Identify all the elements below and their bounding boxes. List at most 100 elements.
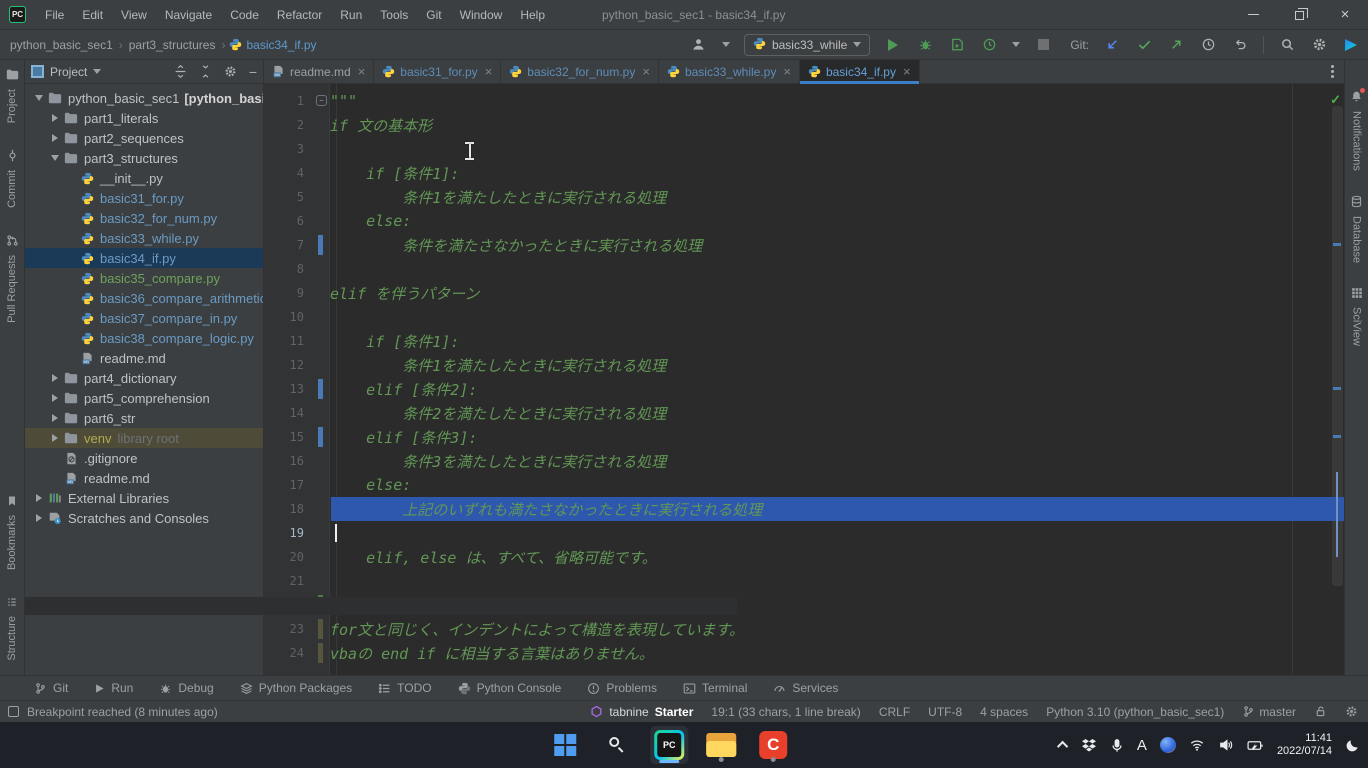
toolwindow-services[interactable]: Services [773,681,838,695]
profiler-button[interactable] [980,36,998,54]
wifi-icon[interactable] [1189,738,1205,752]
code-line-2[interactable]: 2if 文の基本形 [264,113,1344,137]
dropbox-tray-icon[interactable] [1081,737,1097,753]
breadcrumb-item[interactable]: python_basic_sec1 [8,38,115,52]
tree-item-part6_str[interactable]: part6_str [25,408,263,428]
tree-item-readme.md[interactable]: MDreadme.md [25,468,263,488]
menu-help[interactable]: Help [511,0,554,30]
line-number[interactable]: 24 [264,646,308,660]
tree-item-basic34_if.py[interactable]: basic34_if.py [25,248,263,268]
tool-stripe-pull-requests[interactable]: Pull Requests [6,234,19,323]
menu-view[interactable]: View [112,0,156,30]
battery-icon[interactable] [1247,739,1264,752]
restore-button[interactable] [1276,0,1322,30]
line-number[interactable]: 2 [264,118,308,132]
tree-item-part4_dictionary[interactable]: part4_dictionary [25,368,263,388]
code-line-9[interactable]: 9elif を伴うパターン [264,281,1344,305]
menu-run[interactable]: Run [331,0,371,30]
code-line-3[interactable]: 3 [264,137,1344,161]
tool-stripe-bookmarks[interactable]: Bookmarks [6,495,18,570]
tool-stripe-database[interactable]: Database [1350,195,1363,263]
menu-code[interactable]: Code [221,0,268,30]
inspections-ok-icon[interactable]: ✓ [1330,92,1341,108]
code-line-17[interactable]: 17 else: [264,473,1344,497]
tree-item-basic33_while.py[interactable]: basic33_while.py [25,228,263,248]
indent-widget[interactable]: 4 spaces [980,705,1028,719]
line-number[interactable]: 13 [264,382,308,396]
profiler-dropdown-chevron-icon[interactable] [1012,42,1020,47]
toolwindow-todo[interactable]: TODO [378,681,431,695]
line-number[interactable]: 12 [264,358,308,372]
user-icon[interactable] [690,36,708,54]
chevron-collapsed-icon[interactable] [47,374,63,382]
line-number[interactable]: 6 [264,214,308,228]
code-line-24[interactable]: 24vbaの end if に相当する言葉はありません。 [264,641,1344,665]
chevron-collapsed-icon[interactable] [47,394,63,402]
editor-scrollbar[interactable]: ✓ [1330,84,1344,675]
stripe-change-mark[interactable] [1333,387,1341,390]
tree-item-basic32_for_num.py[interactable]: basic32_for_num.py [25,208,263,228]
tree-item-basic36_compare_arithmetic.py[interactable]: basic36_compare_arithmetic.py [25,288,263,308]
line-number[interactable]: 5 [264,190,308,204]
line-number[interactable]: 9 [264,286,308,300]
tree-item-part2_sequences[interactable]: part2_sequences [25,128,263,148]
status-event-icon[interactable] [8,706,19,717]
tree-item-part5_comprehension[interactable]: part5_comprehension [25,388,263,408]
run-configuration-select[interactable]: basic33_while [744,34,870,56]
chevron-expanded-icon[interactable] [31,95,47,101]
tree-item-basic31_for.py[interactable]: basic31_for.py [25,188,263,208]
taskbar-clock[interactable]: 11:41 2022/07/14 [1277,732,1332,758]
code-line-10[interactable]: 10 [264,305,1344,329]
code-line-7[interactable]: 7 条件を満たさなかったときに実行される処理 [264,233,1344,257]
tab-close-icon[interactable]: × [642,64,650,79]
caret-position-widget[interactable]: 19:1 (33 chars, 1 line break) [711,705,860,719]
code-line-11[interactable]: 11 if [条件1]: [264,329,1344,353]
toolwindow-python-packages[interactable]: Python Packages [240,681,352,695]
tree-item-part1_literals[interactable]: part1_literals [25,108,263,128]
panel-settings-gear-icon[interactable] [224,65,237,78]
tab-basic33_while.py[interactable]: basic33_while.py× [659,60,800,83]
stop-button[interactable] [1034,36,1052,54]
settings-gear-icon[interactable] [1310,36,1328,54]
tool-stripe-notifications[interactable]: Notifications [1350,90,1363,171]
git-branch-widget[interactable]: master [1242,705,1296,719]
stripe-change-mark[interactable] [1333,243,1341,246]
search-everywhere-icon[interactable] [1278,36,1296,54]
menu-window[interactable]: Window [451,0,512,30]
tree-item-__init__.py[interactable]: __init__.py [25,168,263,188]
toolwindow-debug[interactable]: Debug [159,681,213,695]
breadcrumb-item[interactable]: part3_structures [127,38,218,52]
git-push-icon[interactable] [1167,36,1185,54]
line-number[interactable]: 7 [264,238,308,252]
tree-item-External Libraries[interactable]: External Libraries [25,488,263,508]
line-number[interactable]: 17 [264,478,308,492]
stripe-change-mark[interactable] [1333,435,1341,438]
account-tray-icon[interactable] [1160,737,1176,753]
code-line-15[interactable]: 15 elif [条件3]: [264,425,1344,449]
hide-panel-icon[interactable]: − [249,64,257,80]
code-line-5[interactable]: 5 条件1を満たしたときに実行される処理 [264,185,1344,209]
code-line-6[interactable]: 6 else: [264,209,1344,233]
code-line-13[interactable]: 13 elif [条件2]: [264,377,1344,401]
tab-close-icon[interactable]: × [485,64,493,79]
toolwindow-problems[interactable]: Problems [587,681,657,695]
taskbar-explorer-app[interactable] [702,726,740,764]
code-line-4[interactable]: 4 if [条件1]: [264,161,1344,185]
debug-button[interactable] [916,36,934,54]
start-button[interactable] [546,726,584,764]
tabnine-status[interactable]: tabnine Starter [590,705,693,719]
tool-stripe-structure[interactable]: Structure [6,596,18,661]
menu-tools[interactable]: Tools [371,0,417,30]
menu-navigate[interactable]: Navigate [156,0,221,30]
line-number[interactable]: 10 [264,310,308,324]
status-settings-gear-icon[interactable] [1345,705,1358,718]
tree-item-part3_structures[interactable]: part3_structures [25,148,263,168]
code-line-23[interactable]: 23for文と同じく、インデントによって構造を表現しています。 [264,617,1344,641]
line-number[interactable]: 1 [264,94,308,108]
fold-marker-icon[interactable]: − [316,95,327,106]
chevron-collapsed-icon[interactable] [47,134,63,142]
tab-readme.md[interactable]: MDreadme.md× [264,60,374,83]
chevron-collapsed-icon[interactable] [31,494,47,502]
toolwindow-run[interactable]: Run [94,681,133,695]
tree-item-python_basic_sec1[interactable]: python_basic_sec1[python_basic]D:\ [25,88,263,108]
